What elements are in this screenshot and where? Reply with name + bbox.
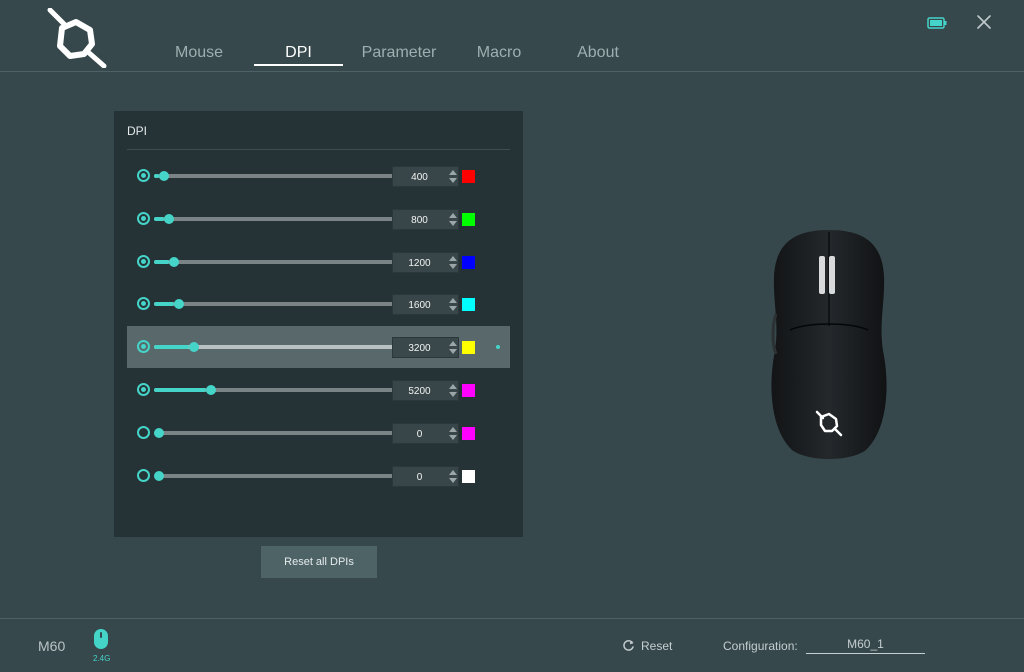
decrement-arrow-icon[interactable] xyxy=(449,477,457,483)
increment-arrow-icon[interactable] xyxy=(449,469,457,475)
dpi-slider[interactable] xyxy=(154,385,401,395)
active-level-indicator xyxy=(496,345,500,350)
decrement-arrow-icon[interactable] xyxy=(449,306,457,312)
dpi-slider[interactable] xyxy=(154,470,401,481)
dpi-value-input[interactable]: 3200 xyxy=(392,337,459,359)
dpi-value-input[interactable]: 800 xyxy=(392,208,459,230)
dpi-value: 400 xyxy=(411,172,428,183)
dpi-slider-thumb[interactable] xyxy=(173,299,184,310)
dpi-slider[interactable] xyxy=(154,299,401,310)
increment-arrow-icon[interactable] xyxy=(449,426,457,432)
decrement-arrow-icon[interactable] xyxy=(449,220,457,226)
connection-label: 2.4G xyxy=(93,654,111,663)
dpi-level-row[interactable]: 1200 xyxy=(127,241,510,283)
increment-arrow-icon[interactable] xyxy=(449,298,457,304)
dpi-level-row[interactable]: 800 xyxy=(127,198,510,240)
refresh-icon[interactable] xyxy=(622,639,635,652)
dpi-level-row[interactable]: 3200 xyxy=(127,326,510,369)
dpi-slider-thumb[interactable] xyxy=(158,171,169,181)
tab-parameter[interactable]: Parameter xyxy=(356,44,442,62)
dpi-slider[interactable] xyxy=(154,427,401,438)
dpi-color-swatch[interactable] xyxy=(462,298,475,312)
close-icon[interactable] xyxy=(976,14,992,30)
dpi-value: 800 xyxy=(411,214,428,226)
decrement-arrow-icon[interactable] xyxy=(449,349,457,355)
decrement-arrow-icon[interactable] xyxy=(449,392,457,397)
dpi-slider[interactable] xyxy=(154,256,401,267)
dpi-enable-radio[interactable] xyxy=(137,340,150,354)
dpi-value-input[interactable]: 5200 xyxy=(392,380,459,401)
increment-arrow-icon[interactable] xyxy=(449,384,457,389)
dpi-panel: DPI 400 800 1200 1600 3200 5200 0 0 xyxy=(114,111,523,537)
decrement-arrow-icon[interactable] xyxy=(449,434,457,440)
mouse-image xyxy=(771,230,887,459)
dpi-value-input[interactable]: 0 xyxy=(392,422,459,444)
dpi-color-swatch[interactable] xyxy=(462,426,475,440)
dpi-value-input[interactable]: 1200 xyxy=(392,251,459,273)
dpi-slider[interactable] xyxy=(154,213,401,224)
reset-all-dpis-button[interactable]: Reset all DPIs xyxy=(261,546,377,578)
dpi-slider-thumb[interactable] xyxy=(168,256,179,267)
dpi-level-row[interactable]: 400 xyxy=(127,155,510,197)
dpi-level-row[interactable]: 0 xyxy=(127,455,510,497)
increment-arrow-icon[interactable] xyxy=(449,341,457,347)
dpi-enable-radio[interactable] xyxy=(137,425,150,439)
dpi-value-input[interactable]: 1600 xyxy=(392,294,459,316)
dpi-slider-fill xyxy=(154,302,174,307)
dpi-level-row[interactable]: 1600 xyxy=(127,283,510,325)
dpi-slider[interactable] xyxy=(154,171,401,181)
dpi-value: 5200 xyxy=(408,386,431,397)
dpi-slider-thumb[interactable] xyxy=(154,427,164,438)
dpi-slider-fill xyxy=(154,388,206,392)
increment-arrow-icon[interactable] xyxy=(449,170,457,175)
dpi-color-swatch[interactable] xyxy=(462,469,475,483)
dpi-color-swatch[interactable] xyxy=(462,170,475,183)
dpi-level-row[interactable]: 0 xyxy=(127,412,510,454)
dpi-enable-radio[interactable] xyxy=(137,383,150,396)
dpi-enable-radio[interactable] xyxy=(137,468,150,482)
brand-logo-icon xyxy=(47,8,107,68)
tab-dpi[interactable]: DPI xyxy=(254,44,343,62)
battery-icon xyxy=(927,17,947,29)
dpi-slider-thumb[interactable] xyxy=(154,470,164,481)
tab-mouse[interactable]: Mouse xyxy=(168,44,230,62)
dpi-enable-radio[interactable] xyxy=(137,254,150,268)
tab-about[interactable]: About xyxy=(570,44,626,62)
dpi-slider-fill xyxy=(154,345,189,350)
dpi-enable-radio[interactable] xyxy=(137,169,150,182)
increment-arrow-icon[interactable] xyxy=(449,255,457,261)
dpi-slider[interactable] xyxy=(154,342,401,353)
device-name: M60 xyxy=(38,638,66,654)
dpi-enable-radio[interactable] xyxy=(137,297,150,311)
dpi-value-input[interactable]: 0 xyxy=(392,465,459,487)
dpi-enable-radio[interactable] xyxy=(137,211,150,225)
increment-arrow-icon[interactable] xyxy=(449,212,457,218)
configuration-select[interactable]: M60_1 xyxy=(806,637,925,654)
dpi-color-swatch[interactable] xyxy=(462,341,475,355)
dpi-color-swatch[interactable] xyxy=(462,255,475,269)
dpi-level-row[interactable]: 5200 xyxy=(127,369,510,411)
decrement-arrow-icon[interactable] xyxy=(449,178,457,183)
dpi-value: 0 xyxy=(416,428,423,440)
dpi-value: 0 xyxy=(416,471,423,483)
dpi-color-swatch[interactable] xyxy=(462,212,475,226)
decrement-arrow-icon[interactable] xyxy=(449,263,457,269)
tab-macro[interactable]: Macro xyxy=(470,44,528,62)
dpi-value: 1200 xyxy=(408,257,431,269)
configuration-label: Configuration: xyxy=(723,639,798,653)
dpi-slider-thumb[interactable] xyxy=(205,385,216,395)
dpi-slider-fill xyxy=(154,216,164,221)
dpi-value-input[interactable]: 400 xyxy=(392,166,459,187)
active-tab-indicator xyxy=(254,64,343,66)
dpi-value: 1600 xyxy=(408,300,431,312)
dpi-color-swatch[interactable] xyxy=(462,384,475,397)
panel-title: DPI xyxy=(127,124,148,138)
dpi-slider-fill xyxy=(154,259,169,264)
dpi-slider-thumb[interactable] xyxy=(188,342,199,353)
dpi-slider-thumb[interactable] xyxy=(163,213,174,224)
mouse-dongle-icon xyxy=(94,629,108,649)
dpi-value: 3200 xyxy=(408,343,431,355)
divider xyxy=(127,149,510,150)
reset-button[interactable]: Reset xyxy=(641,639,672,653)
